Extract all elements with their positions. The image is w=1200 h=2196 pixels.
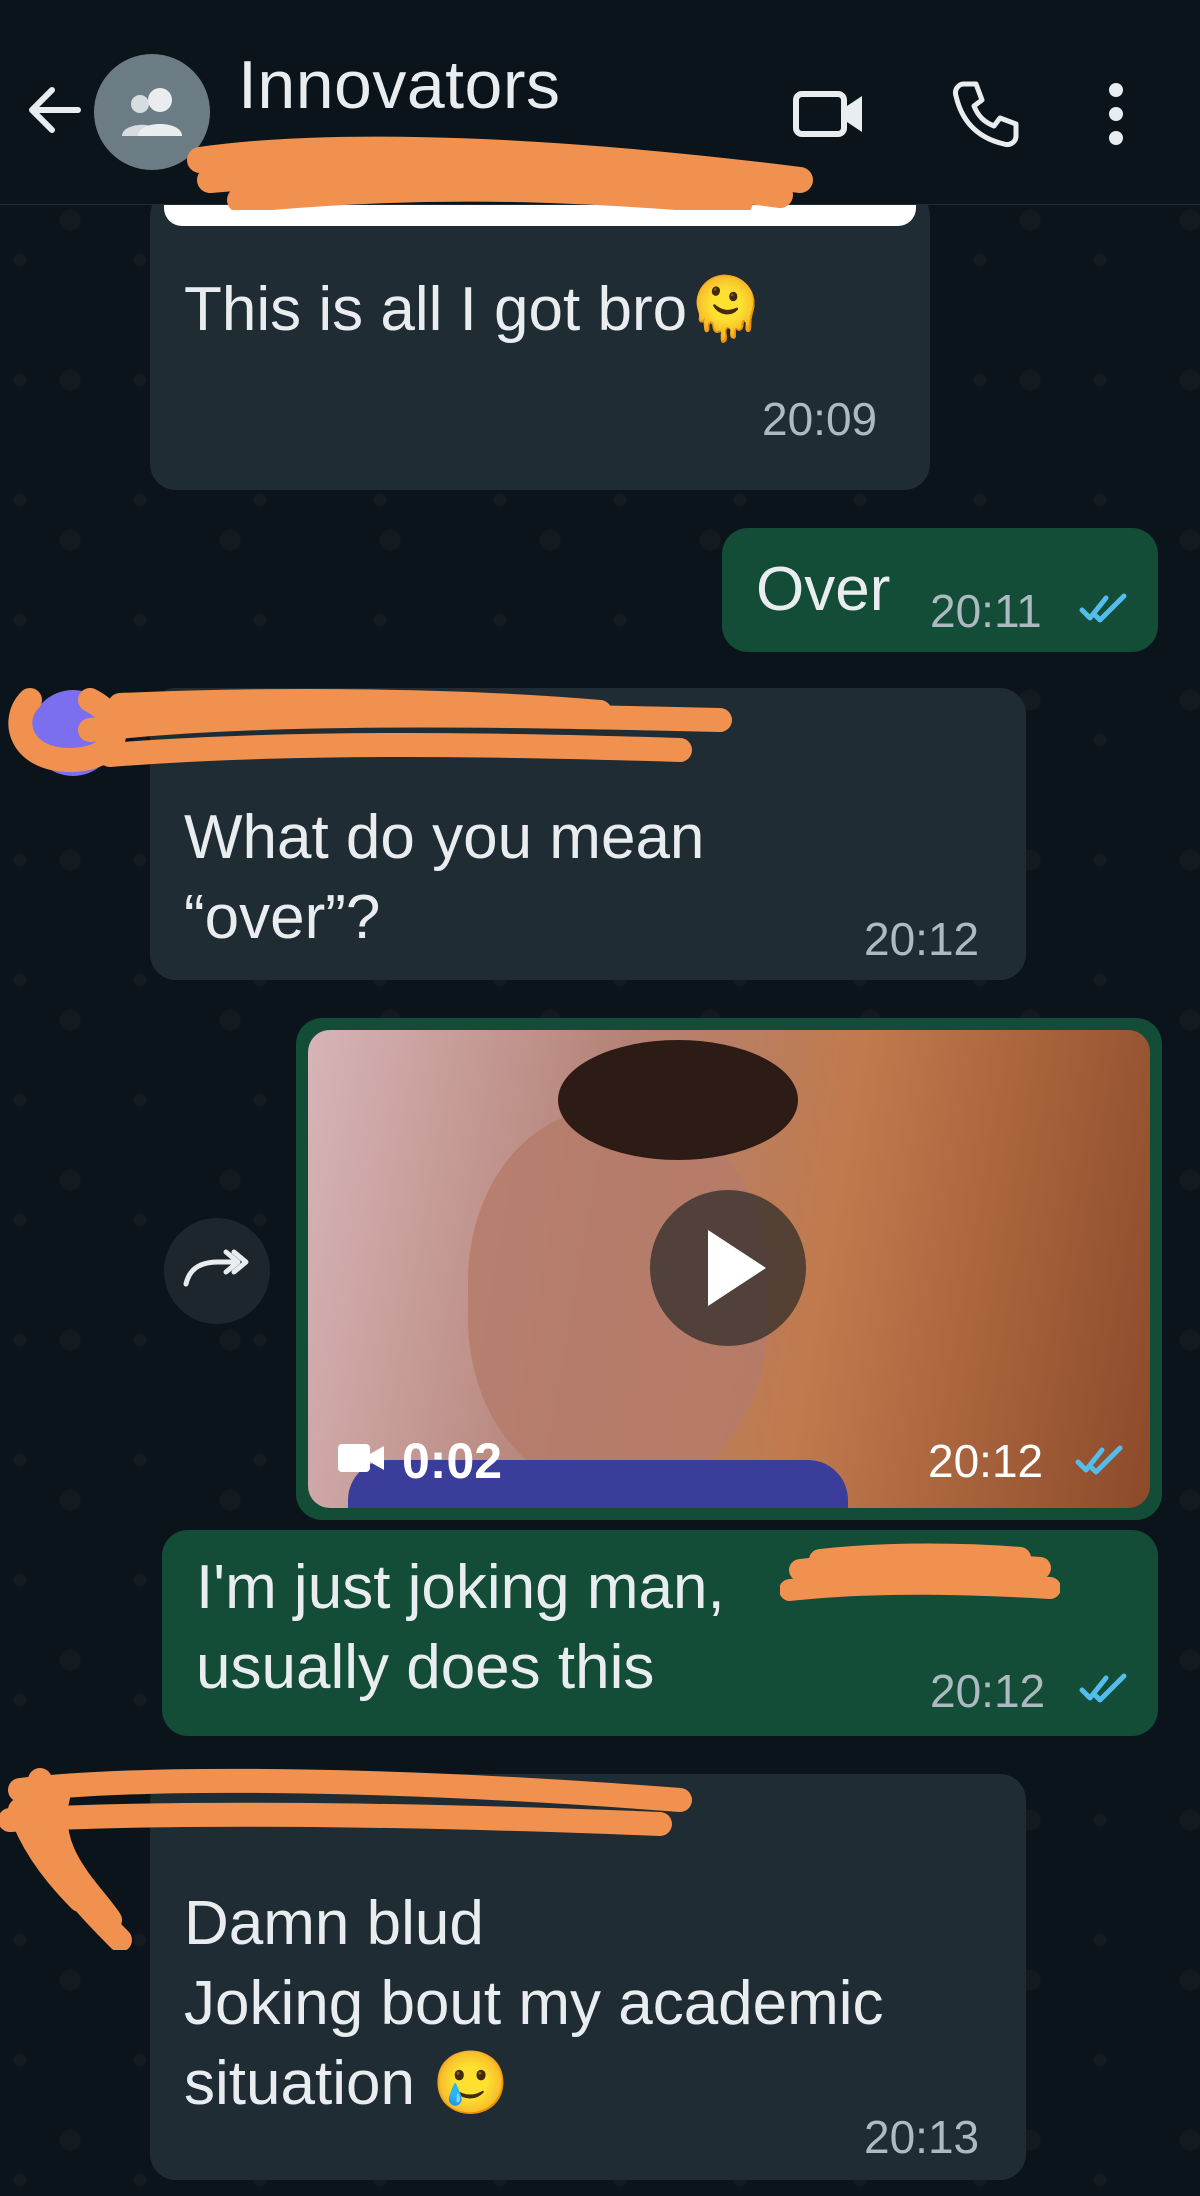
play-button[interactable]	[650, 1190, 806, 1346]
back-arrow-icon	[29, 87, 81, 133]
message-bubble-outgoing[interactable]: I'm just joking man, usually does this 2…	[162, 1530, 1158, 1736]
video-call-button[interactable]	[790, 74, 870, 154]
image-preview-edge	[164, 204, 916, 226]
video-call-icon	[793, 91, 862, 137]
message-text: Damn blud Joking bout my academic situat…	[184, 1889, 884, 2118]
forward-icon	[183, 1249, 249, 1287]
video-camera-icon	[338, 1444, 384, 1472]
message-bubble-outgoing[interactable]: Over 20:11	[722, 528, 1158, 652]
more-options-icon	[1109, 83, 1123, 145]
message-text: I'm just joking man, usually does this	[196, 1553, 725, 1702]
message-time: 20:12	[928, 1435, 1044, 1487]
video-hair-blob	[558, 1040, 798, 1160]
message-time: 20:12	[864, 913, 980, 965]
back-button[interactable]	[22, 78, 86, 142]
phone-icon	[953, 81, 1019, 147]
sender-avatar[interactable]	[30, 690, 116, 776]
message-time: 20:13	[864, 2111, 980, 2163]
more-options-button[interactable]	[1086, 74, 1146, 154]
message-bubble-incoming[interactable]: This is all I got bro🫠 20:09	[150, 190, 930, 490]
message-text: Over	[756, 555, 891, 624]
chat-title[interactable]: Innovators	[238, 46, 561, 124]
message-time: 20:09	[762, 393, 878, 445]
group-avatar-icon	[122, 88, 182, 136]
message-time: 20:11	[930, 585, 1042, 637]
message-bubble-incoming[interactable]: What do you mean “over”? 20:12	[150, 688, 1026, 980]
read-ticks-icon	[1075, 1445, 1123, 1475]
read-ticks-icon	[1079, 593, 1127, 623]
message-time: 20:12	[930, 1665, 1046, 1717]
video-duration: 0:02	[402, 1433, 503, 1489]
voice-call-button[interactable]	[946, 74, 1026, 154]
play-icon	[708, 1230, 766, 1306]
read-ticks-icon	[1079, 1673, 1127, 1703]
forward-button[interactable]	[164, 1218, 270, 1324]
group-avatar[interactable]	[94, 54, 210, 170]
chat-header: Innovators	[0, 0, 1200, 205]
message-text: This is all I got bro🫠	[184, 275, 765, 344]
message-bubble-incoming[interactable]: Damn blud Joking bout my academic situat…	[150, 1774, 1026, 2180]
message-text: What do you mean “over”?	[184, 803, 705, 952]
